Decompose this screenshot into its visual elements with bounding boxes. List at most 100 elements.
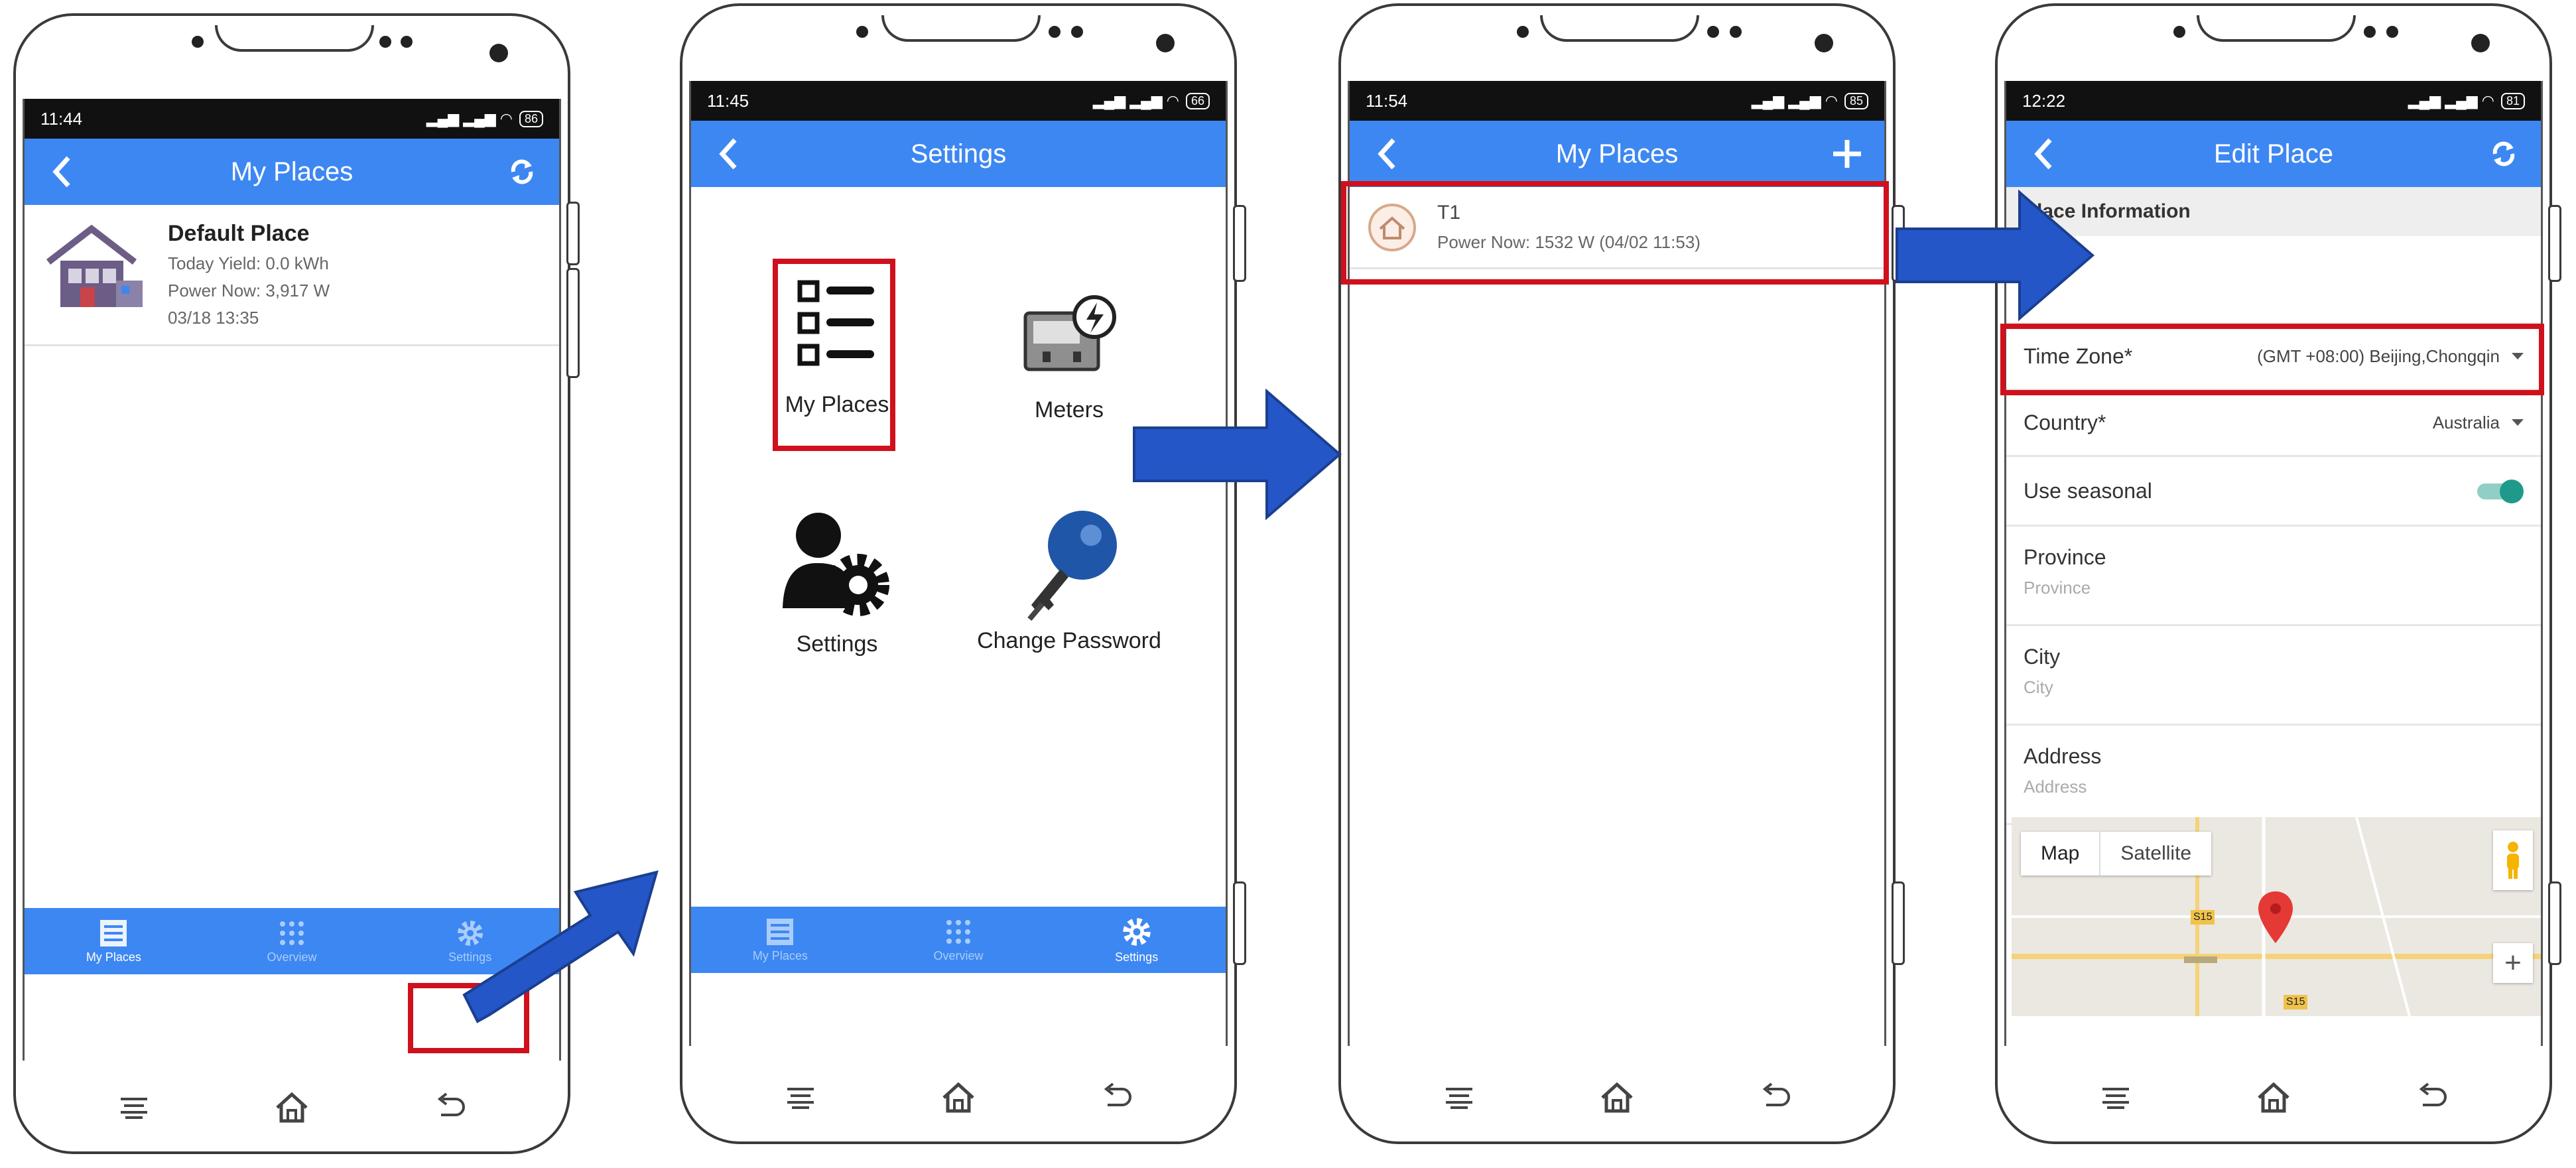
meter-icon (1023, 295, 1116, 371)
side-button (1233, 205, 1246, 282)
country-select[interactable]: Country* Australia (2006, 391, 2541, 457)
sensor-dot (379, 36, 391, 48)
zoom-in-label: + (2504, 946, 2522, 979)
status-bar: 11:54 ▂▄▆ ▂▄▆ ◠ 85 (1350, 81, 1884, 121)
road-label: S15 (2284, 995, 2308, 1009)
return-icon[interactable] (433, 1092, 466, 1125)
app-bar: My Places (1350, 121, 1884, 187)
home-icon[interactable] (273, 1090, 310, 1127)
back-icon[interactable] (1367, 134, 1407, 174)
speaker (2197, 15, 2356, 42)
back-icon[interactable] (708, 134, 748, 174)
side-button (2548, 881, 2561, 965)
battery-level: 66 (1185, 92, 1210, 109)
pegman-icon[interactable] (2493, 830, 2533, 890)
side-button (566, 268, 580, 378)
place-list-item[interactable]: Default Place Today Yield: 0.0 kWh Power… (25, 205, 559, 346)
city-input[interactable]: City (2024, 677, 2524, 698)
menu-icon[interactable] (784, 1084, 817, 1114)
map-type-control: Map Satellite (2021, 832, 2212, 876)
nav-overview[interactable]: Overview (203, 908, 381, 974)
sensor-dot (1517, 26, 1529, 38)
add-icon[interactable] (1827, 134, 1867, 174)
sensor-dot (1730, 26, 1742, 38)
nav-settings[interactable]: Settings (1047, 907, 1226, 973)
menu-icon[interactable] (117, 1094, 151, 1124)
screen: 11:45 ▂▄▆ ▂▄▆ ◠ 66 Settings My Places Me… (689, 81, 1228, 1046)
page-title: My Places (1555, 139, 1679, 168)
satellite-button[interactable]: Satellite (2100, 832, 2211, 876)
country-value: Australia (2432, 413, 2500, 432)
seasonal-toggle[interactable] (2477, 480, 2524, 503)
status-icons: ▂▄▆ ▂▄▆ ◠ 85 (1752, 92, 1868, 109)
nav-my-places[interactable]: My Places (25, 908, 203, 974)
tile-settings[interactable]: Settings (738, 509, 936, 657)
side-button (2548, 205, 2561, 282)
list-icon (100, 919, 127, 946)
key-icon (1027, 511, 1117, 621)
refresh-icon[interactable] (2484, 134, 2524, 174)
sensor-dot (2386, 26, 2398, 38)
flow-arrow-3 (1896, 189, 2095, 322)
address-field[interactable]: Address Address (2006, 726, 2541, 825)
back-icon[interactable] (42, 152, 82, 192)
nav-overview[interactable]: Overview (869, 907, 1048, 973)
side-button (566, 202, 580, 265)
list-icon (767, 918, 794, 945)
map-pin-icon[interactable] (2257, 890, 2294, 946)
sensor-dot (2364, 26, 2376, 38)
page-title: My Places (230, 157, 354, 186)
nav-label: Overview (933, 948, 984, 962)
camera (2471, 34, 2490, 52)
bottom-nav: My Places Overview Settings (691, 907, 1226, 973)
nav-label: My Places (86, 950, 141, 964)
signal-icon: ▂▄▆ ▂▄▆ ◠ (1092, 92, 1179, 109)
phone-place-list: 11:54 ▂▄▆ ▂▄▆ ◠ 85 My Places T1 Power No… (1338, 3, 1905, 1144)
status-icons: ▂▄▆ ▂▄▆ ◠ 86 (426, 110, 543, 127)
status-bar: 12:22 ▂▄▆ ▂▄▆ ◠ 81 (2006, 81, 2541, 121)
menu-icon[interactable] (1443, 1084, 1476, 1114)
status-time: 11:54 (1366, 90, 1408, 111)
return-icon[interactable] (1758, 1082, 1791, 1115)
sensor-dot (192, 36, 204, 48)
map-button[interactable]: Map (2021, 832, 2101, 876)
battery-level: 85 (1844, 92, 1868, 109)
camera (489, 44, 508, 62)
province-input[interactable]: Province (2024, 578, 2524, 598)
address-label: Address (2024, 744, 2102, 768)
phone-edit-place: 12:22 ▂▄▆ ▂▄▆ ◠ 81 Edit Place Place Info… (1995, 3, 2561, 1144)
city-field[interactable]: City City (2006, 626, 2541, 726)
hardware-buttons (1341, 1055, 1893, 1141)
camera (1156, 34, 1175, 52)
tile-change-password[interactable]: Change Password (970, 505, 1169, 654)
status-bar: 11:45 ▂▄▆ ▂▄▆ ◠ 66 (691, 81, 1226, 121)
return-icon[interactable] (2415, 1082, 2448, 1115)
home-icon[interactable] (2255, 1080, 2292, 1117)
address-input[interactable]: Address (2024, 777, 2524, 797)
hardware-buttons (682, 1055, 1234, 1141)
menu-icon[interactable] (2099, 1084, 2132, 1114)
battery-level: 81 (2500, 92, 2525, 109)
home-icon[interactable] (1598, 1080, 1636, 1117)
app-bar: Edit Place (2006, 121, 2541, 187)
zoom-in-button[interactable]: + (2493, 943, 2533, 983)
province-field[interactable]: Province Province (2006, 527, 2541, 626)
nav-label: My Places (752, 948, 808, 962)
highlight-my-places-tile (773, 259, 895, 451)
place-yield: Today Yield: 0.0 kWh (168, 253, 329, 273)
sensor-dot (1707, 26, 1719, 38)
map-view[interactable]: Map Satellite S15 S15 + (2012, 817, 2541, 1016)
province-label: Province (2024, 545, 2106, 569)
back-icon[interactable] (2024, 134, 2063, 174)
place-date: 03/18 13:35 (168, 308, 259, 328)
seasonal-row: Use seasonal (2006, 457, 2541, 527)
refresh-icon[interactable] (502, 152, 542, 192)
flow-arrow-1 (462, 870, 659, 1023)
home-icon[interactable] (940, 1080, 977, 1117)
highlight-timezone-row (2000, 324, 2544, 395)
nav-my-places[interactable]: My Places (691, 907, 869, 973)
speaker (1540, 15, 1699, 42)
status-bar: 11:44 ▂▄▆ ▂▄▆ ◠ 86 (25, 99, 559, 139)
return-icon[interactable] (1100, 1082, 1133, 1115)
sensor-dot (856, 26, 868, 38)
